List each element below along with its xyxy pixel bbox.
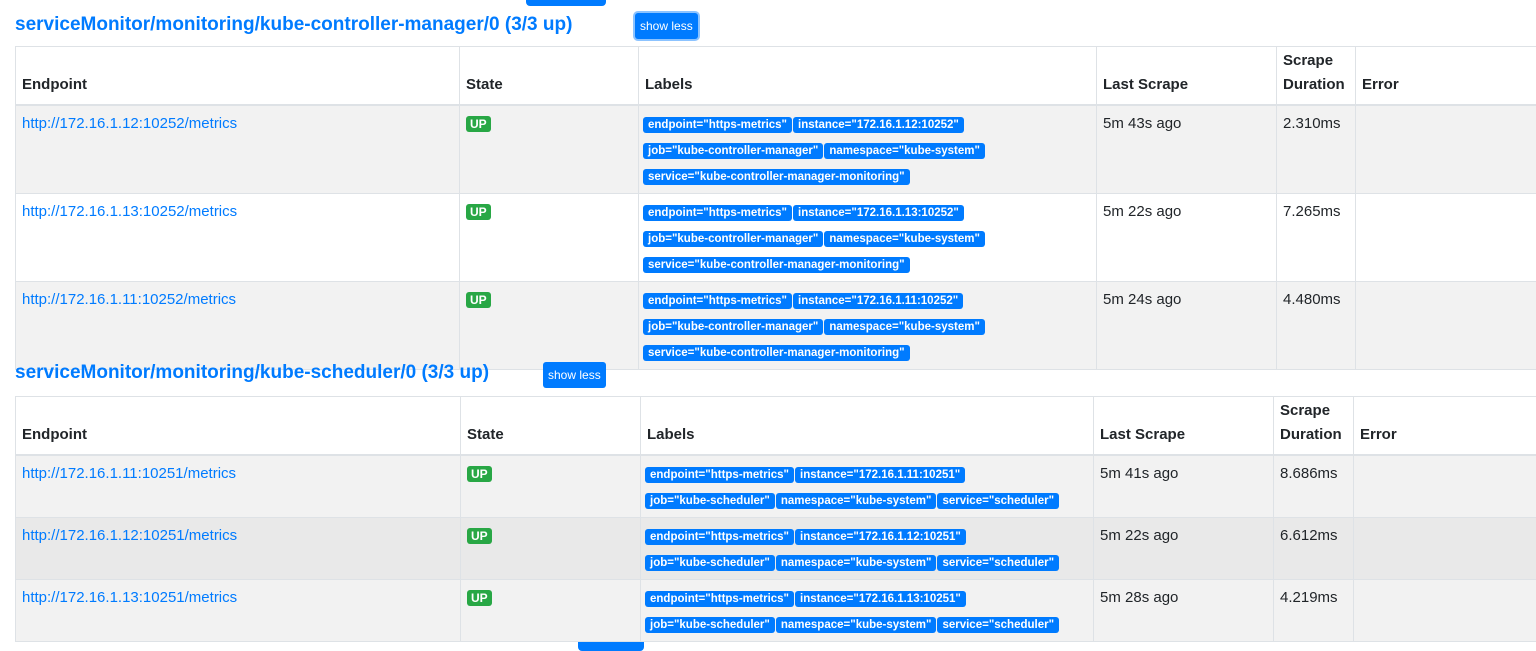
table-row: http://172.16.1.13:10251/metrics UP endp… (16, 579, 1536, 641)
label-badge: namespace="kube-system" (824, 143, 985, 159)
col-header-scrape-duration: Scrape Duration (1277, 47, 1356, 105)
labels-cell: endpoint="https-metrics"instance="172.16… (641, 579, 1094, 641)
table-row: http://172.16.1.12:10252/metrics UP endp… (16, 105, 1536, 194)
scrape-duration: 2.310ms (1277, 105, 1356, 194)
label-badge: job="kube-scheduler" (645, 555, 775, 571)
label-badge: instance="172.16.1.13:10251" (795, 591, 966, 607)
endpoint-link[interactable]: http://172.16.1.11:10251/metrics (22, 465, 236, 482)
col-header-last-scrape: Last Scrape (1094, 397, 1274, 455)
last-scrape: 5m 22s ago (1094, 517, 1274, 579)
label-badge: namespace="kube-system" (776, 493, 937, 509)
labels-cell: endpoint="https-metrics"instance="172.16… (639, 281, 1097, 369)
state-badge: UP (467, 590, 492, 606)
table-header-row: Endpoint State Labels Last Scrape Scrape… (16, 397, 1536, 455)
col-header-state: State (461, 397, 641, 455)
label-badge: namespace="kube-system" (776, 555, 937, 571)
scrape-duration: 6.612ms (1274, 517, 1354, 579)
label-badge: service="scheduler" (937, 493, 1059, 509)
label-badge: endpoint="https-metrics" (645, 591, 794, 607)
error-cell (1354, 517, 1536, 579)
label-badge: namespace="kube-system" (776, 617, 937, 633)
scrape-duration: 4.480ms (1277, 281, 1356, 369)
partial-show-less-button-top[interactable] (526, 0, 606, 6)
label-badge: job="kube-controller-manager" (643, 319, 823, 335)
label-badge: job="kube-controller-manager" (643, 231, 823, 247)
label-badge: endpoint="https-metrics" (643, 293, 792, 309)
table-row: http://172.16.1.11:10251/metrics UP endp… (16, 455, 1536, 518)
last-scrape: 5m 22s ago (1097, 193, 1277, 281)
state-badge: UP (466, 292, 491, 308)
label-badge: instance="172.16.1.12:10251" (795, 529, 966, 545)
table-row: http://172.16.1.13:10252/metrics UP endp… (16, 193, 1536, 281)
label-badge: job="kube-controller-manager" (643, 143, 823, 159)
error-cell (1354, 455, 1536, 518)
col-header-endpoint: Endpoint (16, 397, 461, 455)
scrape-duration: 7.265ms (1277, 193, 1356, 281)
col-header-error: Error (1354, 397, 1536, 455)
col-header-endpoint: Endpoint (16, 47, 460, 105)
label-badge: job="kube-scheduler" (645, 617, 775, 633)
label-badge: endpoint="https-metrics" (645, 529, 794, 545)
label-badge: endpoint="https-metrics" (643, 205, 792, 221)
label-badge: job="kube-scheduler" (645, 493, 775, 509)
col-header-scrape-duration: Scrape Duration (1274, 397, 1354, 455)
last-scrape: 5m 41s ago (1094, 455, 1274, 518)
show-less-button[interactable]: show less (635, 13, 698, 39)
label-badge: instance="172.16.1.13:10252" (793, 205, 964, 221)
col-header-state: State (460, 47, 639, 105)
label-badge: service="kube-controller-manager-monitor… (643, 257, 910, 273)
section-title[interactable]: serviceMonitor/monitoring/kube-scheduler… (15, 362, 489, 384)
last-scrape: 5m 28s ago (1094, 579, 1274, 641)
error-cell (1356, 105, 1536, 194)
scrape-duration: 4.219ms (1274, 579, 1354, 641)
section-title[interactable]: serviceMonitor/monitoring/kube-controlle… (15, 14, 572, 36)
state-badge: UP (467, 528, 492, 544)
col-header-last-scrape: Last Scrape (1097, 47, 1277, 105)
label-badge: endpoint="https-metrics" (645, 467, 794, 483)
endpoint-link[interactable]: http://172.16.1.11:10252/metrics (22, 291, 236, 308)
error-cell (1356, 281, 1536, 369)
label-badge: service="kube-controller-manager-monitor… (643, 169, 910, 185)
targets-table: Endpoint State Labels Last Scrape Scrape… (15, 46, 1536, 370)
state-badge: UP (467, 466, 492, 482)
last-scrape: 5m 43s ago (1097, 105, 1277, 194)
endpoint-link[interactable]: http://172.16.1.13:10251/metrics (22, 589, 237, 606)
label-badge: endpoint="https-metrics" (643, 117, 792, 133)
table-header-row: Endpoint State Labels Last Scrape Scrape… (16, 47, 1536, 105)
targets-table: Endpoint State Labels Last Scrape Scrape… (15, 396, 1536, 642)
label-badge: service="scheduler" (937, 617, 1059, 633)
table-row: http://172.16.1.12:10251/metrics UP endp… (16, 517, 1536, 579)
label-badge: service="kube-controller-manager-monitor… (643, 345, 910, 361)
label-badge: instance="172.16.1.12:10252" (793, 117, 964, 133)
labels-cell: endpoint="https-metrics"instance="172.16… (639, 105, 1097, 194)
error-cell (1354, 579, 1536, 641)
endpoint-link[interactable]: http://172.16.1.12:10252/metrics (22, 115, 237, 132)
state-badge: UP (466, 116, 491, 132)
col-header-labels: Labels (639, 47, 1097, 105)
label-badge: instance="172.16.1.11:10252" (793, 293, 963, 309)
scrape-duration: 8.686ms (1274, 455, 1354, 518)
label-badge: namespace="kube-system" (824, 319, 985, 335)
endpoint-link[interactable]: http://172.16.1.12:10251/metrics (22, 527, 237, 544)
labels-cell: endpoint="https-metrics"instance="172.16… (641, 455, 1094, 518)
state-badge: UP (466, 204, 491, 220)
label-badge: namespace="kube-system" (824, 231, 985, 247)
label-badge: instance="172.16.1.11:10251" (795, 467, 965, 483)
last-scrape: 5m 24s ago (1097, 281, 1277, 369)
label-badge: service="scheduler" (937, 555, 1059, 571)
labels-cell: endpoint="https-metrics"instance="172.16… (641, 517, 1094, 579)
endpoint-link[interactable]: http://172.16.1.13:10252/metrics (22, 203, 237, 220)
error-cell (1356, 193, 1536, 281)
show-less-button[interactable]: show less (543, 362, 606, 388)
labels-cell: endpoint="https-metrics"instance="172.16… (639, 193, 1097, 281)
col-header-error: Error (1356, 47, 1536, 105)
table-row: http://172.16.1.11:10252/metrics UP endp… (16, 281, 1536, 369)
col-header-labels: Labels (641, 397, 1094, 455)
